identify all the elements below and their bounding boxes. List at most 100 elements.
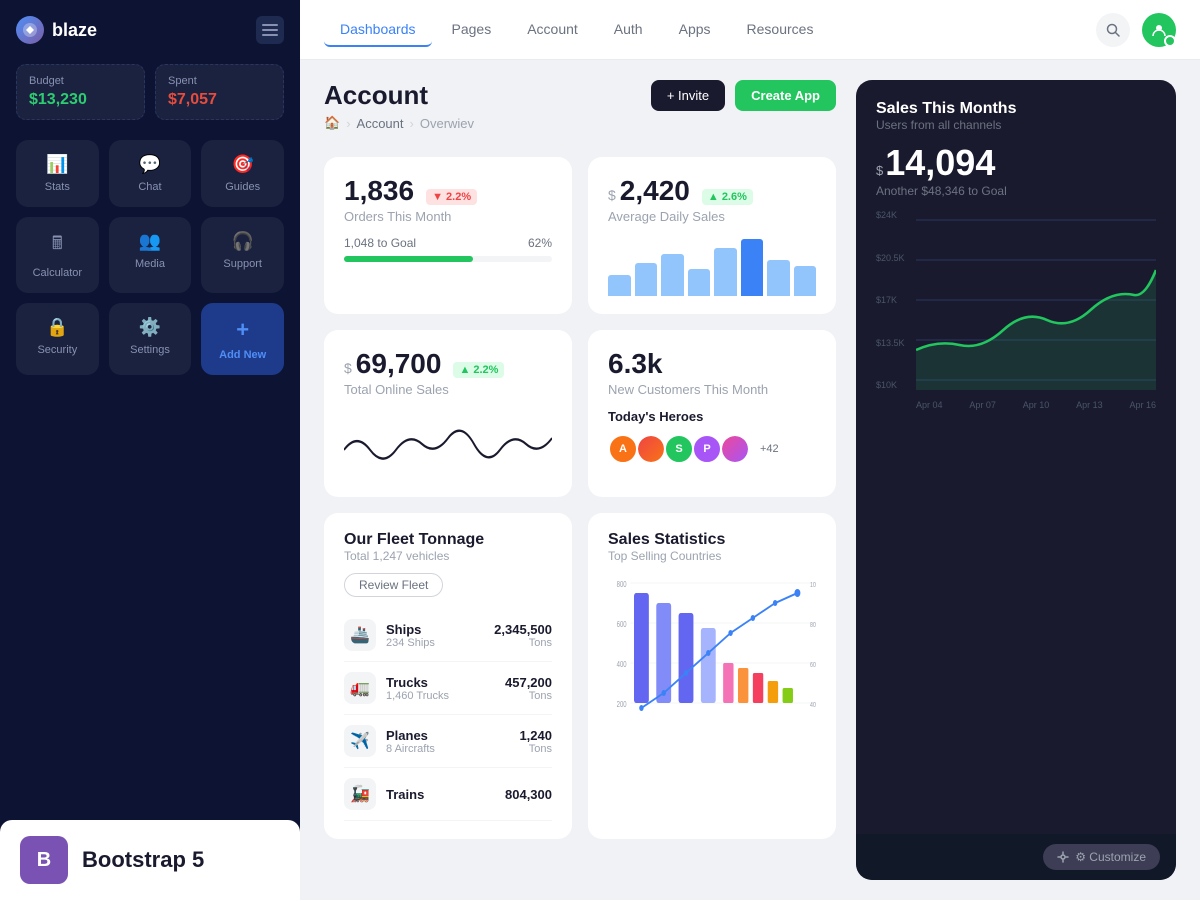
chat-icon: 💬	[139, 154, 161, 175]
fleet-row-ships: 🚢 Ships 234 Ships 2,345,500 Tons	[344, 609, 552, 662]
sidebar-item-stats[interactable]: 📊 Stats	[16, 140, 99, 207]
review-fleet-button[interactable]: Review Fleet	[344, 573, 443, 597]
tab-dashboards[interactable]: Dashboards	[324, 13, 432, 47]
ships-count: 234 Ships	[386, 637, 435, 649]
tab-account[interactable]: Account	[511, 13, 594, 47]
right-dark-panel: Sales This Months Users from all channel…	[856, 80, 1176, 880]
stats-icon: 📊	[46, 154, 68, 175]
action-buttons: + Invite Create App	[651, 80, 836, 111]
online-prefix: $	[344, 360, 352, 376]
planes-count: 8 Aircrafts	[386, 743, 435, 755]
content-right: Sales This Months Users from all channel…	[856, 80, 1176, 880]
fleet-row-trucks: 🚛 Trucks 1,460 Trucks 457,200 Tons	[344, 662, 552, 715]
user-avatar[interactable]	[1142, 13, 1176, 47]
sidebar-item-calculator[interactable]: 🖩 Calculator	[16, 217, 99, 293]
breadcrumb-account: Account	[357, 116, 404, 131]
budget-amount: $13,230	[29, 91, 132, 109]
svg-text:400: 400	[617, 661, 627, 669]
svg-text:80%: 80%	[810, 621, 816, 629]
sales-stats-chart: 800 600 400 200	[608, 573, 816, 733]
bar-5	[714, 248, 737, 296]
breadcrumb-overview: Overwiev	[420, 116, 474, 131]
planes-unit: Tons	[519, 743, 552, 755]
svg-text:60%: 60%	[810, 661, 816, 669]
fleet-card: Our Fleet Tonnage Total 1,247 vehicles R…	[324, 513, 572, 839]
trucks-icon: 🚛	[344, 672, 376, 704]
sidebar-item-support[interactable]: 🎧 Support	[201, 217, 284, 293]
sales-month-title: Sales This Months	[876, 100, 1156, 118]
big-num-prefix: $	[876, 163, 883, 178]
progress-bar-fill	[344, 256, 473, 262]
sidebar-item-label: Settings	[130, 344, 170, 356]
tab-apps[interactable]: Apps	[663, 13, 727, 47]
sales-this-month: Sales This Months Users from all channel…	[856, 80, 1176, 834]
wave-chart	[344, 409, 552, 479]
bottom-row: Our Fleet Tonnage Total 1,247 vehicles R…	[324, 513, 836, 839]
search-button[interactable]	[1096, 13, 1130, 47]
budget-label: Budget	[29, 75, 132, 87]
bootstrap-label: Bootstrap 5	[82, 847, 204, 873]
invite-button[interactable]: + Invite	[651, 80, 725, 111]
trucks-unit: Tons	[505, 690, 552, 702]
orders-value: 1,836	[344, 175, 414, 207]
bar-8	[794, 266, 817, 296]
orders-label: Orders This Month	[344, 209, 552, 224]
top-nav: Dashboards Pages Account Auth Apps Resou…	[300, 0, 1200, 60]
support-icon: 🎧	[231, 231, 253, 252]
new-customers-card: 6.3k New Customers This Month Today's He…	[588, 330, 836, 497]
trains-name: Trains	[386, 787, 424, 802]
content-left: Account 🏠 › Account › Overwiev + Invite …	[324, 80, 836, 880]
sidebar-item-add-new[interactable]: + Add New	[201, 303, 284, 375]
sidebar-item-media[interactable]: 👥 Media	[109, 217, 192, 293]
tab-pages[interactable]: Pages	[436, 13, 508, 47]
tab-resources[interactable]: Resources	[731, 13, 830, 47]
sidebar: blaze Budget $13,230 Spent $7,057 📊 Stat…	[0, 0, 300, 900]
breadcrumb: 🏠 › Account › Overwiev	[324, 115, 474, 131]
planes-icon: ✈️	[344, 725, 376, 757]
orders-card: 1,836 ▼ 2.2% Orders This Month 1,048 to …	[324, 157, 572, 314]
sidebar-item-security[interactable]: 🔒 Security	[16, 303, 99, 375]
bar-2	[635, 263, 658, 296]
breadcrumb-home: 🏠	[324, 115, 340, 131]
bootstrap-icon: B	[20, 836, 68, 884]
add-new-icon: +	[236, 317, 249, 343]
logo-text: blaze	[52, 20, 97, 41]
sidebar-menu-btn[interactable]	[256, 16, 284, 44]
goal-text: Another $48,346 to Goal	[876, 184, 1156, 198]
customize-label: ⚙ Customize	[1075, 850, 1146, 864]
sidebar-item-guides[interactable]: 🎯 Guides	[201, 140, 284, 207]
svg-text:600: 600	[617, 621, 627, 629]
orders-badge: ▼ 2.2%	[426, 189, 477, 205]
hero-avatar-4: P	[692, 434, 722, 464]
page-title: Account	[324, 80, 474, 111]
online-sales-value: 69,700	[356, 348, 442, 380]
ships-name: Ships	[386, 622, 435, 637]
logo-icon	[16, 16, 44, 44]
sales-month-sub: Users from all channels	[876, 118, 1156, 132]
trucks-count: 1,460 Trucks	[386, 690, 449, 702]
svg-text:800: 800	[617, 581, 627, 589]
bootstrap-badge: B Bootstrap 5	[0, 820, 300, 900]
top-nav-right	[1096, 13, 1176, 47]
tab-auth[interactable]: Auth	[598, 13, 659, 47]
budget-cards: Budget $13,230 Spent $7,057	[16, 64, 284, 120]
daily-sales-badge: ▲ 2.6%	[702, 189, 753, 205]
svg-text:100%: 100%	[810, 581, 816, 589]
online-sales-label: Total Online Sales	[344, 382, 552, 397]
create-app-button[interactable]: Create App	[735, 80, 836, 111]
hero-avatar-5	[720, 434, 750, 464]
customize-button[interactable]: ⚙ Customize	[1043, 844, 1160, 870]
media-icon: 👥	[139, 231, 161, 252]
hero-count: +42	[760, 443, 779, 455]
svg-text:200: 200	[617, 701, 627, 709]
sidebar-item-label: Add New	[219, 349, 266, 361]
ships-unit: Tons	[494, 637, 552, 649]
sidebar-item-chat[interactable]: 💬 Chat	[109, 140, 192, 207]
customers-label: New Customers This Month	[608, 382, 816, 397]
hero-avatar-1: A	[608, 434, 638, 464]
sidebar-item-settings[interactable]: ⚙️ Settings	[109, 303, 192, 375]
hero-avatar-2	[636, 434, 666, 464]
sidebar-item-label: Calculator	[33, 267, 83, 279]
security-icon: 🔒	[46, 317, 68, 338]
stats-row-2: $ 69,700 ▲ 2.2% Total Online Sales 6.3k	[324, 330, 836, 497]
